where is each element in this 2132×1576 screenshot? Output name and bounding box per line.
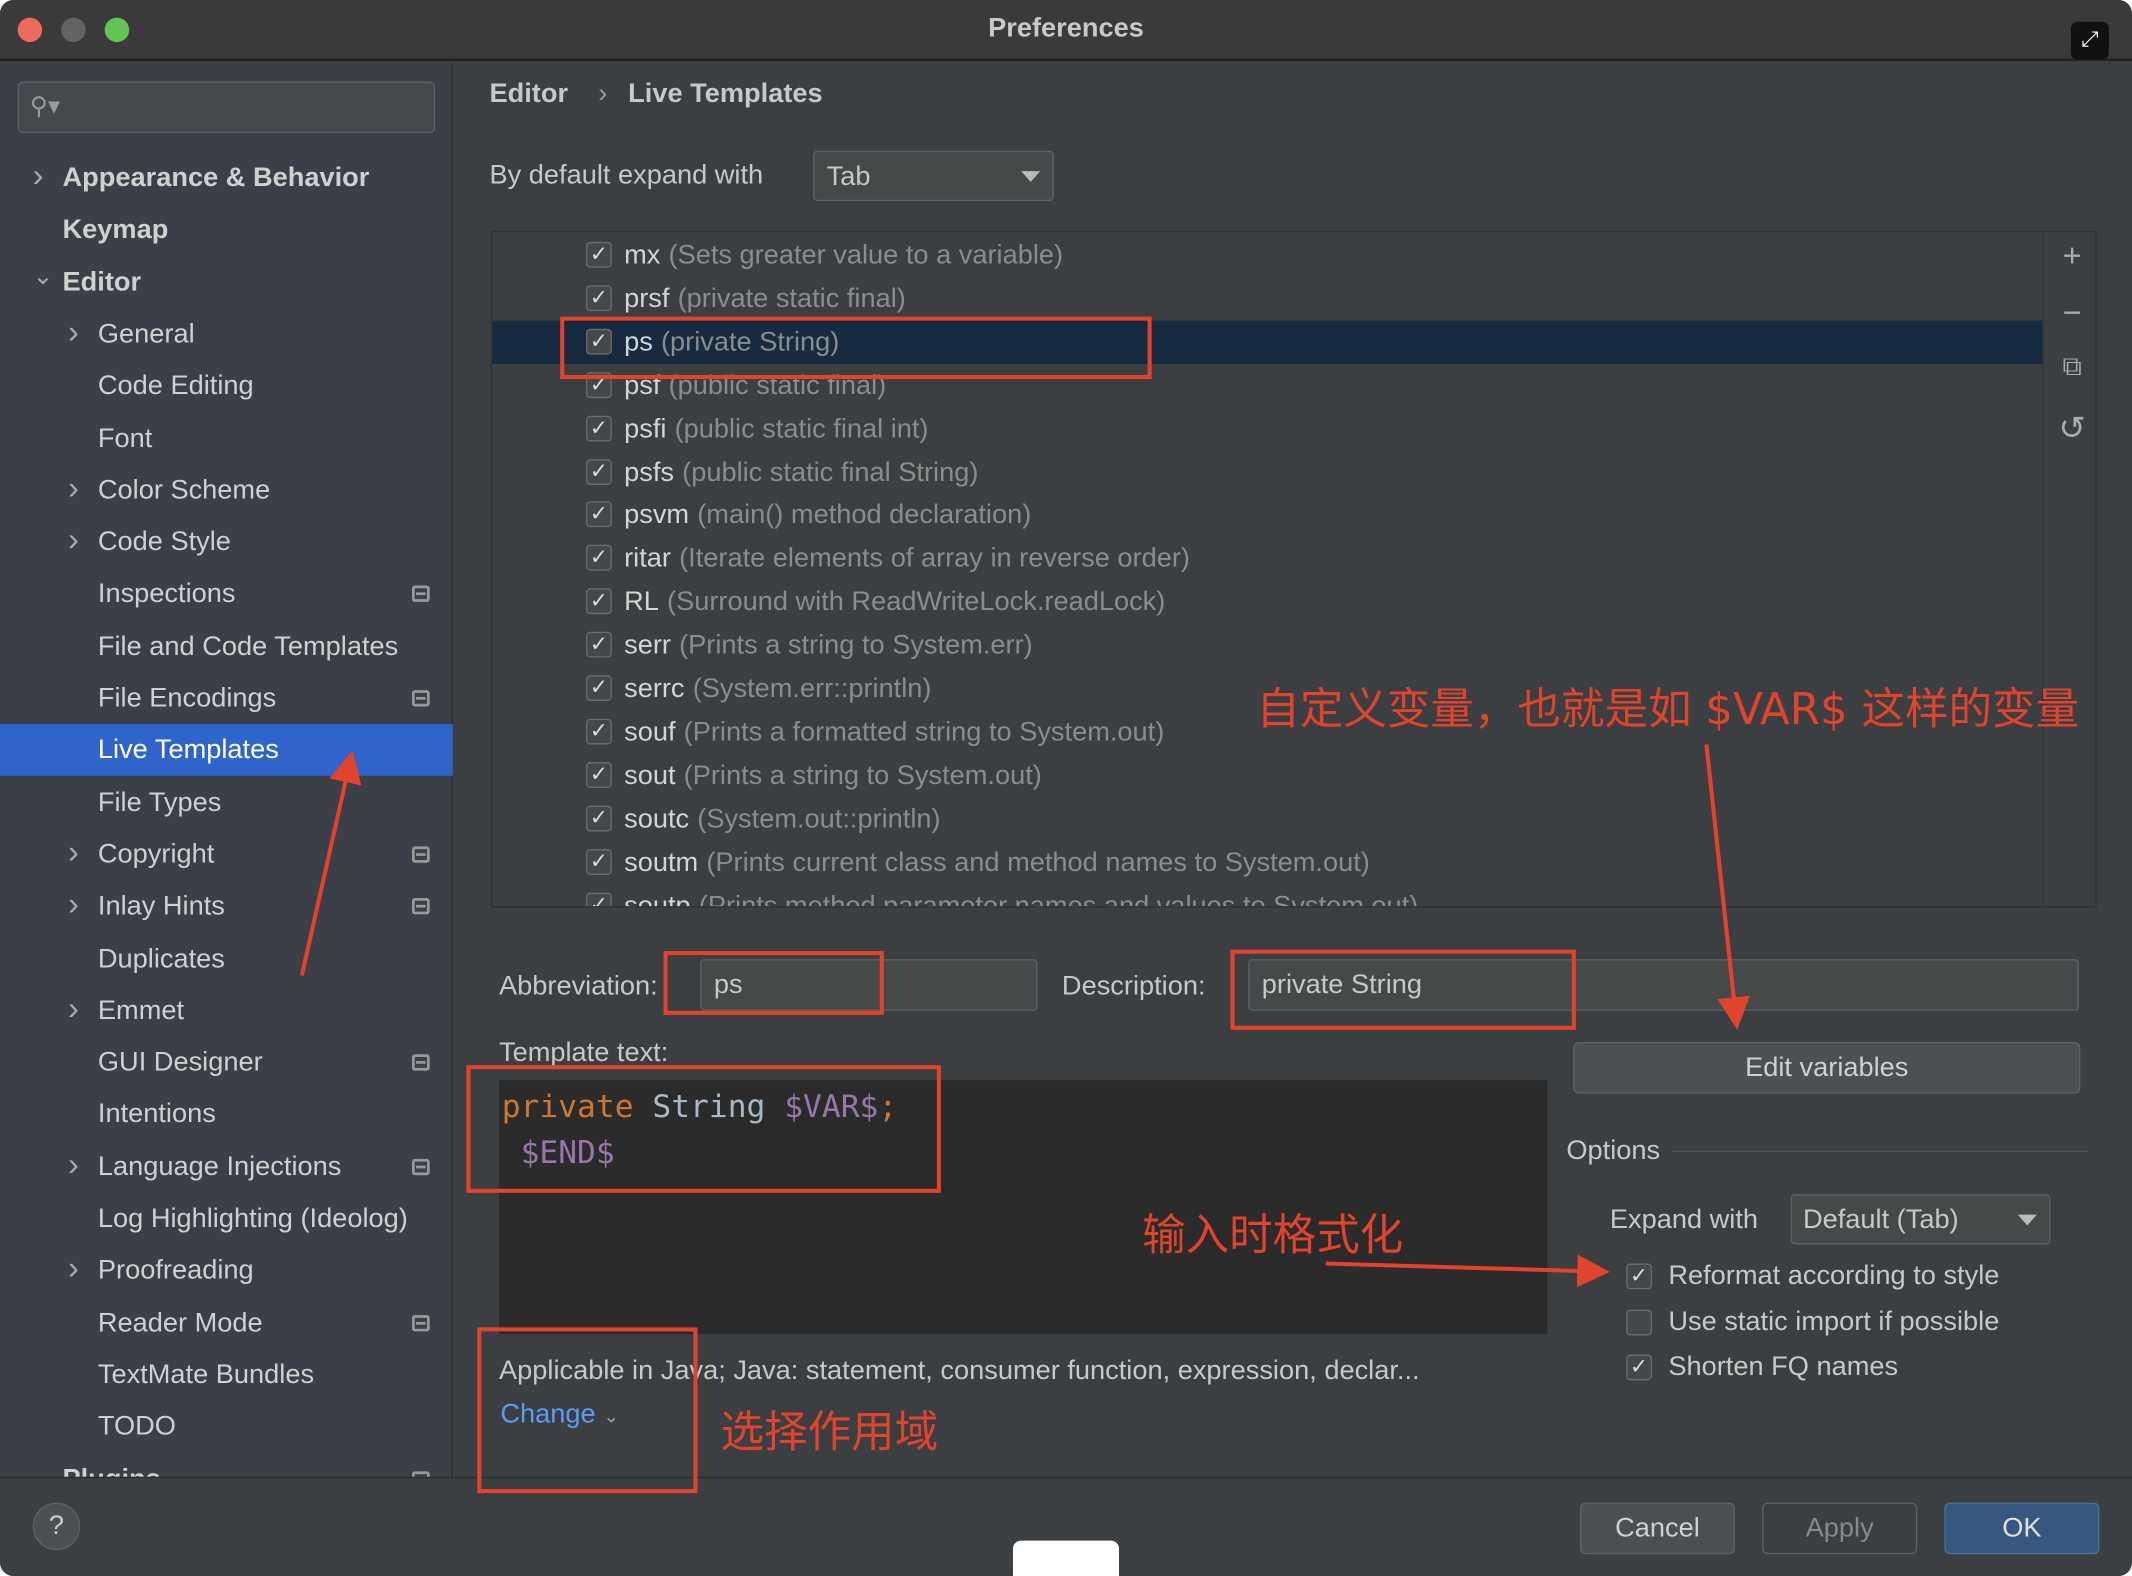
- preferences-window: Preferences ⤢ ⚲▾ › Appearance & Behavior K…: [0, 0, 2132, 1576]
- arrow-to-live-templates: [299, 750, 362, 976]
- annotation-arrows: [299, 744, 1750, 1288]
- arrow-to-reformat: [1325, 1254, 1610, 1288]
- arrow-to-edit-variables: [1704, 744, 1750, 1030]
